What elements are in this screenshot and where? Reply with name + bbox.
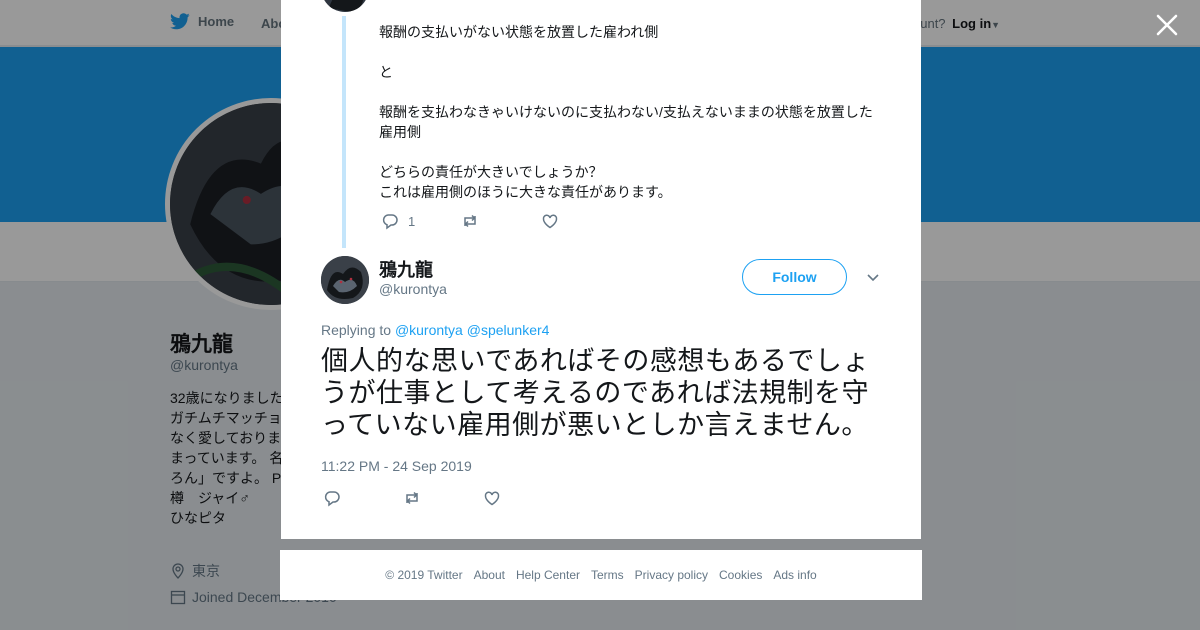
footer-link-terms[interactable]: Terms bbox=[591, 568, 624, 582]
tweet-menu-button[interactable] bbox=[864, 268, 882, 286]
footer-link-ads-info[interactable]: Ads info bbox=[773, 568, 816, 582]
author-avatar[interactable] bbox=[321, 256, 369, 304]
mention-link[interactable]: @spelunker4 bbox=[467, 322, 550, 338]
previous-tweet-text: 報酬の支払いがない状態を放置した雇われ側 と 報酬を支払わなきゃいけないのに支払… bbox=[379, 24, 873, 200]
heart-icon bbox=[484, 491, 500, 506]
footer-link-privacy[interactable]: Privacy policy bbox=[635, 568, 708, 582]
author-name[interactable]: 鴉九龍 bbox=[379, 256, 433, 282]
retweet-icon bbox=[406, 491, 418, 505]
tweet-modal: 報酬の支払いがない状態を放置した雇われ側 と 報酬を支払わなきゃいけないのに支払… bbox=[281, 0, 921, 539]
reply-count: 1 bbox=[408, 213, 416, 229]
retweet-button[interactable] bbox=[461, 212, 541, 230]
tweet-timestamp[interactable]: 11:22 PM - 24 Sep 2019 bbox=[321, 458, 472, 474]
follow-button[interactable]: Follow bbox=[742, 259, 847, 295]
close-button[interactable] bbox=[1152, 10, 1182, 40]
dragon-avatar-image bbox=[329, 0, 364, 12]
tweet-text: 個人的な思いであればその感想もあるでしょうが仕事として考えるのであれば法規制を守… bbox=[321, 346, 870, 440]
copyright: © 2019 Twitter bbox=[385, 568, 463, 582]
replying-prefix: Replying to bbox=[321, 322, 392, 338]
reply-button[interactable] bbox=[323, 489, 403, 507]
thread-connector-line bbox=[342, 16, 346, 248]
close-icon bbox=[1156, 14, 1178, 36]
mention-link[interactable]: @kurontya bbox=[395, 322, 463, 338]
reply-button[interactable]: 1 bbox=[381, 212, 461, 230]
author-handle[interactable]: @kurontya bbox=[379, 281, 447, 297]
dragon-avatar-image bbox=[321, 256, 369, 304]
like-button[interactable] bbox=[541, 212, 559, 230]
modal-footer: © 2019 Twitter About Help Center Terms P… bbox=[280, 550, 922, 600]
footer-link-help-center[interactable]: Help Center bbox=[516, 568, 580, 582]
retweet-icon bbox=[464, 214, 476, 228]
reply-icon bbox=[324, 491, 340, 507]
footer-link-about[interactable]: About bbox=[474, 568, 505, 582]
previous-tweet-avatar[interactable] bbox=[321, 0, 369, 12]
reply-icon bbox=[382, 214, 398, 230]
replying-to-line: Replying to @kurontya @spelunker4 bbox=[321, 322, 549, 338]
footer-link-cookies[interactable]: Cookies bbox=[719, 568, 762, 582]
heart-icon bbox=[542, 214, 558, 229]
tweet-actions bbox=[323, 489, 501, 507]
chevron-down-icon bbox=[867, 274, 879, 282]
previous-tweet-actions: 1 bbox=[381, 212, 559, 230]
retweet-button[interactable] bbox=[403, 489, 483, 507]
like-button[interactable] bbox=[483, 489, 501, 507]
